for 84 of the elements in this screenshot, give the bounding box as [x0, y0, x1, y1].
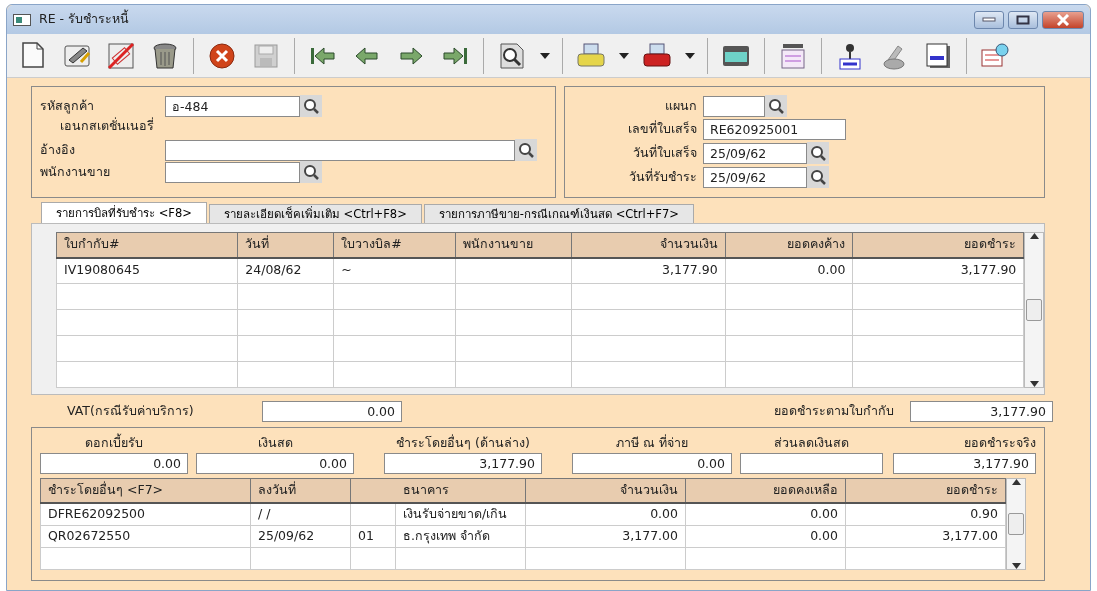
- scrollbar[interactable]: [1006, 477, 1026, 570]
- caret-icon[interactable]: [685, 52, 695, 59]
- column-header[interactable]: จำนวนเงิน: [525, 478, 686, 504]
- column-header[interactable]: ยอดคงค้าง: [725, 232, 853, 258]
- caret-icon[interactable]: [619, 52, 629, 59]
- close-button[interactable]: [1042, 10, 1084, 29]
- tab[interactable]: รายการบิลที่รับชำระ <F8>: [41, 202, 207, 223]
- input-field[interactable]: อ-484: [165, 95, 300, 117]
- column-header[interactable]: ชำระโดยอื่นๆ <F7>: [40, 478, 251, 504]
- table-cell: 24/08/62: [237, 257, 334, 284]
- search-button[interactable]: [807, 142, 829, 164]
- column-header[interactable]: ยอดชำระ: [852, 232, 1024, 258]
- scroll-thumb[interactable]: [1008, 512, 1024, 535]
- table-cell: QR02672550: [40, 525, 251, 548]
- scroll-down-icon[interactable]: [1011, 562, 1021, 569]
- search-button[interactable]: [300, 95, 322, 117]
- scroll-up-icon[interactable]: [1029, 233, 1039, 239]
- field-label: เงินสด: [256, 434, 294, 452]
- input-field[interactable]: 0.00: [262, 400, 402, 422]
- tab[interactable]: รายละเอียดเช็คเพิ่มเติม <Ctrl+F8>: [208, 204, 422, 223]
- column-header[interactable]: วันที่: [237, 232, 334, 258]
- field-label: VAT(กรณีรับค่าบริการ): [67, 401, 195, 420]
- table-cell: เงินรับจ่ายขาด/เกิน: [395, 503, 526, 526]
- scroll-up-icon[interactable]: [1011, 478, 1021, 485]
- search-button[interactable]: [515, 139, 537, 161]
- column-header[interactable]: ลงวันที่: [250, 478, 351, 504]
- table-cell: 3,177.90: [571, 257, 726, 284]
- field-label: อ้างอิง: [40, 140, 76, 159]
- maximize-icon: [1016, 14, 1030, 25]
- table-cell: 01: [350, 525, 396, 548]
- maximize-button[interactable]: [1008, 10, 1038, 29]
- field-label: ดอกเบี้ยรับ: [84, 434, 144, 452]
- column-header[interactable]: ยอดชำระ: [845, 478, 1006, 504]
- table-cell: 3,177.00: [845, 525, 1006, 548]
- table-cell: IV19080645: [56, 257, 238, 284]
- scroll-thumb[interactable]: [1026, 299, 1043, 321]
- input-field[interactable]: 3,177.90: [910, 400, 1053, 422]
- field-label: ส่วนลดเงินสด: [773, 434, 850, 452]
- table-cell: DFRE62092500: [40, 503, 251, 526]
- field-label: แผนก: [664, 96, 698, 115]
- table-cell: 3,177.90: [852, 257, 1024, 284]
- input-field[interactable]: 25/09/62: [703, 166, 807, 188]
- field-label: วันที่รับชำระ: [628, 167, 698, 186]
- search-button[interactable]: [300, 161, 322, 183]
- tab[interactable]: รายการภาษีขาย-กรณีเกณฑ์เงินสด <Ctrl+F7>: [423, 204, 694, 223]
- table-cell: 25/09/62: [250, 525, 351, 548]
- field-label: ชำระโดยอื่นๆ (ด้านล่าง): [395, 434, 531, 452]
- search-button[interactable]: [765, 95, 787, 117]
- column-header[interactable]: ธนาคาร: [395, 478, 526, 504]
- field-label: เลขที่ใบเสร็จ: [627, 120, 698, 139]
- scroll-down-icon[interactable]: [1029, 381, 1039, 387]
- table-cell: / /: [250, 503, 351, 526]
- input-field[interactable]: 25/09/62: [703, 142, 807, 164]
- column-header[interactable]: ยอดคงเหลือ: [685, 478, 846, 504]
- field-label: รหัสลูกค้า: [40, 96, 95, 116]
- table-cell: ~: [333, 257, 456, 284]
- column-header[interactable]: ใบกำกับ#: [56, 232, 238, 258]
- app-icon: [13, 13, 31, 26]
- minimize-icon: [982, 16, 996, 23]
- field-label: ยอดชำระตามใบกำกับ: [774, 401, 894, 420]
- column-header[interactable]: ใบวางบิล#: [333, 232, 456, 258]
- table-cell: ธ.กรุงเทพ จำกัด: [395, 525, 526, 548]
- input-field[interactable]: RE620925001: [703, 119, 846, 140]
- column-header[interactable]: พนักงานขาย: [455, 232, 572, 258]
- search-button[interactable]: [807, 166, 829, 188]
- caret-icon[interactable]: [540, 52, 550, 59]
- input-field[interactable]: [165, 161, 300, 183]
- customer-name: เอนกสเตชั่นเนอรี่: [59, 118, 154, 133]
- field-label: วันที่ใบเสร็จ: [632, 143, 698, 162]
- table-cell: 0.00: [725, 257, 853, 284]
- input-field[interactable]: [165, 139, 515, 161]
- field-label: ยอดชำระจริง: [963, 434, 1036, 452]
- table-cell: 0.90: [845, 503, 1006, 526]
- scrollbar[interactable]: [1024, 232, 1044, 388]
- table-cell: 3,177.00: [525, 525, 686, 548]
- table-cell: 0.00: [525, 503, 686, 526]
- table-cell: 0.00: [685, 503, 846, 526]
- field-label: พนักงานขาย: [40, 162, 111, 181]
- column-header[interactable]: จำนวนเงิน: [571, 232, 726, 258]
- table-cell: 0.00: [685, 525, 846, 548]
- field-label: ภาษี ณ ที่จ่าย: [615, 434, 689, 452]
- window-title: RE - รับชำระหนี้: [39, 10, 130, 29]
- input-field[interactable]: [703, 95, 765, 117]
- close-icon: [1056, 13, 1070, 26]
